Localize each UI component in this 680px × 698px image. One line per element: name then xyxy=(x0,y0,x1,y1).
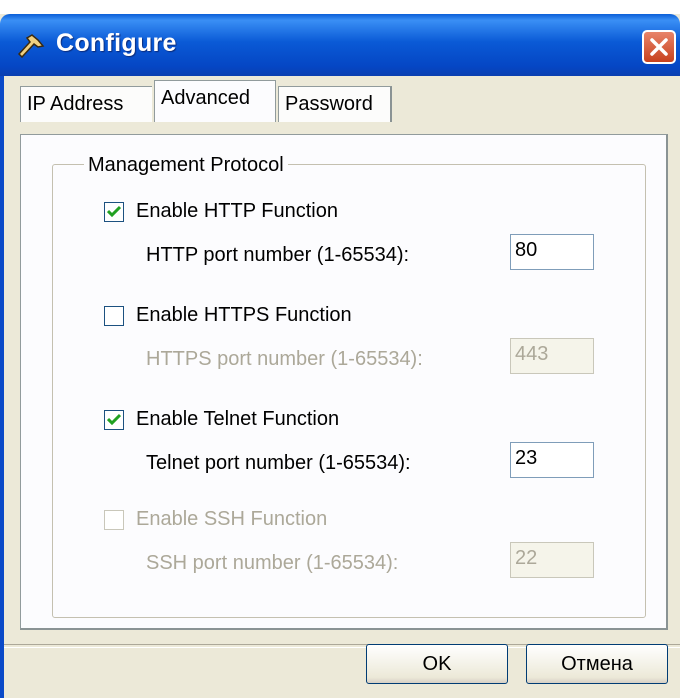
close-icon xyxy=(650,38,668,56)
https-port-label: HTTPS port number (1-65534): xyxy=(146,348,423,370)
checkmark-icon xyxy=(107,205,121,218)
ok-button[interactable]: OK xyxy=(366,644,508,684)
window-title: Configure xyxy=(56,29,177,57)
ssh-checkbox-label: Enable SSH Function xyxy=(136,508,328,530)
telnet-checkbox-label[interactable]: Enable Telnet Function xyxy=(136,408,339,431)
wrench-icon xyxy=(17,34,45,58)
configure-dialog: Configure IP Address Advanced Password M… xyxy=(0,14,680,698)
telnet-port-input[interactable]: 23 xyxy=(510,442,594,478)
http-port-label: HTTP port number (1-65534): xyxy=(146,244,410,266)
telnet-checkbox[interactable] xyxy=(104,410,124,430)
close-button[interactable] xyxy=(642,30,676,64)
telnet-port-label: Telnet port number (1-65534): xyxy=(146,452,411,474)
http-port-input[interactable]: 80 xyxy=(510,234,594,270)
cancel-button[interactable]: Отмена xyxy=(526,644,668,684)
ssh-port-label: SSH port number (1-65534): xyxy=(146,552,399,574)
tab-label: Advanced xyxy=(161,87,250,109)
checkmark-icon xyxy=(107,413,121,426)
ssh-port-input: 22 xyxy=(510,542,594,578)
https-checkbox-label[interactable]: Enable HTTPS Function xyxy=(136,304,352,327)
http-checkbox-label[interactable]: Enable HTTP Function xyxy=(136,200,338,223)
tab-label: Password xyxy=(285,93,373,115)
title-bar[interactable]: Configure xyxy=(0,14,680,76)
group-legend: Management Protocol xyxy=(84,154,288,177)
tab-advanced[interactable]: Advanced xyxy=(154,80,276,122)
https-checkbox[interactable] xyxy=(104,306,124,326)
tab-ip-address[interactable]: IP Address xyxy=(20,86,152,122)
tab-label: IP Address xyxy=(27,93,124,115)
https-port-input: 443 xyxy=(510,338,594,374)
http-checkbox[interactable] xyxy=(104,202,124,222)
tab-password[interactable]: Password xyxy=(278,86,392,122)
ssh-checkbox xyxy=(104,510,124,530)
